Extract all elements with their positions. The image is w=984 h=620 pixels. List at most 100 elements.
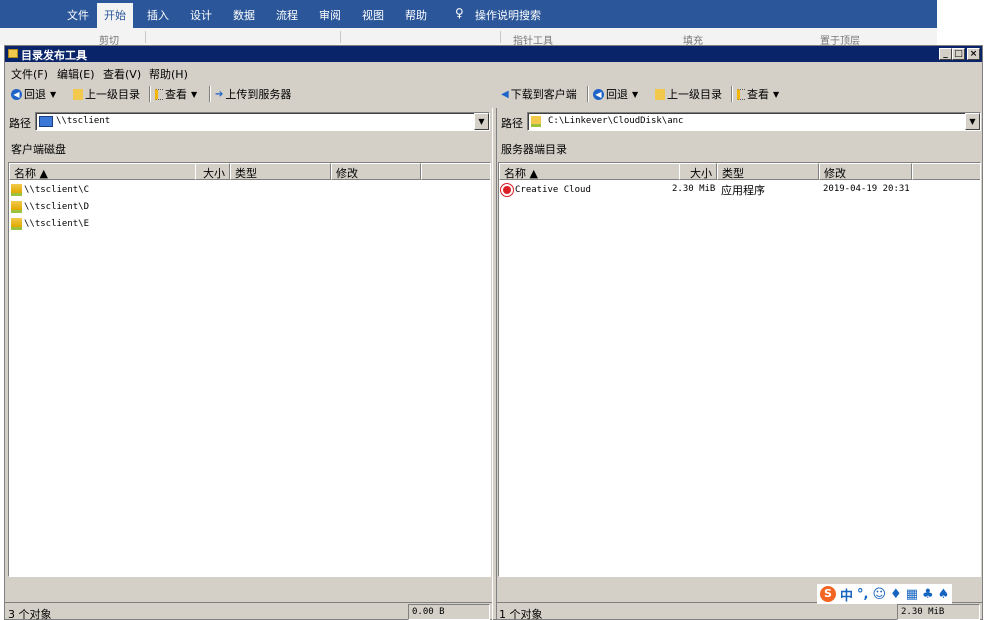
keyboard-icon[interactable]: ▦ xyxy=(906,587,918,602)
left-pane-title: 客户端磁盘 xyxy=(11,143,66,156)
left-status-bar: 3 个对象 0.00 B xyxy=(5,602,492,620)
left-path-combobox[interactable]: \\tsclient ▼ xyxy=(35,112,490,131)
maximize-button[interactable]: □ xyxy=(952,48,965,60)
list-item[interactable]: \\tsclient\D xyxy=(11,199,89,215)
right-col-size[interactable]: 大小 xyxy=(679,163,717,180)
drive-icon xyxy=(11,184,22,196)
right-pane-title: 服务器端目录 xyxy=(501,143,567,156)
right-view-button[interactable]: 查看 ▼ xyxy=(737,86,779,102)
right-up-button[interactable]: 上一级目录 xyxy=(655,86,722,102)
ribbon-cut[interactable]: 剪切 xyxy=(99,32,119,45)
back-arrow-icon: ◀ xyxy=(11,88,22,100)
ribbon-tab-data[interactable]: 数据 xyxy=(233,7,255,23)
ime-punctuation-toggle[interactable]: °, xyxy=(857,587,868,602)
ribbon-search[interactable]: 操作说明搜索 xyxy=(475,7,541,23)
table-row[interactable]: Creative Cloud 2.30 MiB 应用程序 2019-04-19 … xyxy=(501,182,979,198)
minimize-button[interactable]: _ xyxy=(939,48,952,60)
left-path-label: 路径 xyxy=(9,117,31,130)
ime-language-toggle[interactable]: 中 xyxy=(840,585,853,604)
menu-view[interactable]: 查看(V) xyxy=(103,66,141,82)
left-up-button[interactable]: 上一级目录 xyxy=(73,86,140,102)
left-file-list[interactable]: 名称 ▲ 大小 类型 修改 \\tsclient\C \\tsclient\D … xyxy=(8,162,491,577)
menu-file[interactable]: 文件(F) xyxy=(11,66,48,82)
right-col-modified[interactable]: 修改 xyxy=(819,163,912,180)
folder-icon xyxy=(531,116,541,127)
folder-up-icon xyxy=(655,88,665,100)
creative-cloud-icon xyxy=(501,184,513,196)
ribbon-pointer-tool[interactable]: 指针工具 xyxy=(513,32,553,45)
folder-up-icon xyxy=(73,88,83,100)
window-title: 目录发布工具 xyxy=(21,49,87,62)
left-list-header: 名称 ▲ 大小 类型 修改 xyxy=(9,163,490,180)
left-view-button[interactable]: 查看 ▼ xyxy=(155,86,197,102)
computer-icon xyxy=(39,116,53,127)
left-path-value: \\tsclient xyxy=(56,116,111,126)
drive-icon xyxy=(11,218,22,230)
microphone-icon[interactable]: ♦ xyxy=(890,587,902,602)
upload-button[interactable]: ➔ 上传到服务器 xyxy=(215,86,291,102)
left-status-count: 3 个对象 xyxy=(8,608,52,620)
menu-bar: 文件(F) 编辑(E) 查看(V) 帮助(H) xyxy=(5,64,982,82)
ribbon-body: 剪切 指针工具 填充 置于顶层 xyxy=(0,28,937,45)
pane-splitter[interactable] xyxy=(492,108,497,620)
upload-arrow-icon: ➔ xyxy=(215,88,224,100)
view-list-icon xyxy=(737,88,745,100)
lightbulb-icon: ♀ xyxy=(455,6,464,20)
ime-toolbar[interactable]: S 中 °, ☺ ♦ ▦ ♣ ♠ xyxy=(817,584,953,604)
right-back-button[interactable]: ◀ 回退 ▼ xyxy=(593,86,638,102)
title-bar[interactable]: 目录发布工具 _ □ × xyxy=(5,46,982,62)
ribbon-fill[interactable]: 填充 xyxy=(683,32,703,45)
ribbon-tab-design[interactable]: 设计 xyxy=(190,7,212,23)
right-status-count: 1 个对象 xyxy=(499,608,543,620)
tools-icon[interactable]: ♣ xyxy=(922,587,934,602)
emoji-icon[interactable]: ☺ xyxy=(872,587,886,602)
ribbon-tab-file[interactable]: 文件 xyxy=(67,7,89,23)
ribbon-tab-home[interactable]: 开始 xyxy=(97,3,133,28)
left-status-size: 0.00 B xyxy=(408,604,490,620)
left-col-type[interactable]: 类型 xyxy=(230,163,331,180)
back-arrow-icon: ◀ xyxy=(593,88,604,100)
right-path-combobox[interactable]: C:\Linkever\CloudDisk\anc ▼ xyxy=(527,112,981,131)
download-arrow-icon: ◀ xyxy=(501,88,509,100)
ribbon-bring-to-front[interactable]: 置于顶层 xyxy=(820,32,860,45)
download-button[interactable]: ◀ 下载到客户端 xyxy=(501,86,577,102)
chevron-down-icon: ▼ xyxy=(50,89,57,99)
ribbon-tab-insert[interactable]: 插入 xyxy=(147,7,169,23)
ribbon-tab-view[interactable]: 视图 xyxy=(362,7,384,23)
right-col-filler xyxy=(912,163,980,180)
chevron-down-icon[interactable]: ▼ xyxy=(965,113,980,130)
right-toolbar: ◀ 下载到客户端 ◀ 回退 ▼ 上一级目录 查看 ▼ xyxy=(497,84,982,104)
ribbon-tab-process[interactable]: 流程 xyxy=(276,7,298,23)
chevron-down-icon[interactable]: ▼ xyxy=(474,113,489,130)
right-list-header: 名称 ▲ 大小 类型 修改 xyxy=(499,163,980,180)
menu-help[interactable]: 帮助(H) xyxy=(149,66,188,82)
skin-icon[interactable]: ♠ xyxy=(938,587,950,602)
right-path-row: 路径 C:\Linkever\CloudDisk\anc ▼ xyxy=(501,112,981,132)
ribbon-tab-bar: 文件 开始 插入 设计 数据 流程 审阅 视图 帮助 ♀ 操作说明搜索 xyxy=(0,0,937,28)
right-col-type[interactable]: 类型 xyxy=(717,163,819,180)
right-status-bar: 1 个对象 2.30 MiB xyxy=(497,602,982,620)
folder-icon xyxy=(8,49,18,58)
directory-publish-window: 目录发布工具 _ □ × 文件(F) 编辑(E) 查看(V) 帮助(H) ◀ 回… xyxy=(4,45,983,620)
left-path-row: 路径 \\tsclient ▼ xyxy=(9,112,490,132)
left-col-filler xyxy=(421,163,490,180)
left-back-button[interactable]: ◀ 回退 ▼ xyxy=(11,86,56,102)
chevron-down-icon: ▼ xyxy=(191,89,198,99)
ribbon-tab-help[interactable]: 帮助 xyxy=(405,7,427,23)
right-path-value: C:\Linkever\CloudDisk\anc xyxy=(548,116,684,126)
list-item[interactable]: \\tsclient\C xyxy=(11,182,89,198)
menu-edit[interactable]: 编辑(E) xyxy=(57,66,95,82)
view-list-icon xyxy=(155,88,163,100)
left-col-size[interactable]: 大小 xyxy=(195,163,230,180)
ribbon-tab-review[interactable]: 审阅 xyxy=(319,7,341,23)
right-status-size: 2.30 MiB xyxy=(897,604,980,620)
background-ribbon: 文件 开始 插入 设计 数据 流程 审阅 视图 帮助 ♀ 操作说明搜索 剪切 指… xyxy=(0,0,937,45)
left-toolbar: ◀ 回退 ▼ 上一级目录 查看 ▼ ➔ 上传到服务器 xyxy=(5,84,492,104)
right-file-list[interactable]: 名称 ▲ 大小 类型 修改 Creative Cloud 2.30 MiB 应用… xyxy=(498,162,981,577)
list-item[interactable]: \\tsclient\E xyxy=(11,216,89,232)
right-path-label: 路径 xyxy=(501,117,523,130)
sogou-logo-icon[interactable]: S xyxy=(820,586,836,602)
left-col-modified[interactable]: 修改 xyxy=(331,163,421,180)
drive-icon xyxy=(11,201,22,213)
close-button[interactable]: × xyxy=(967,48,980,60)
